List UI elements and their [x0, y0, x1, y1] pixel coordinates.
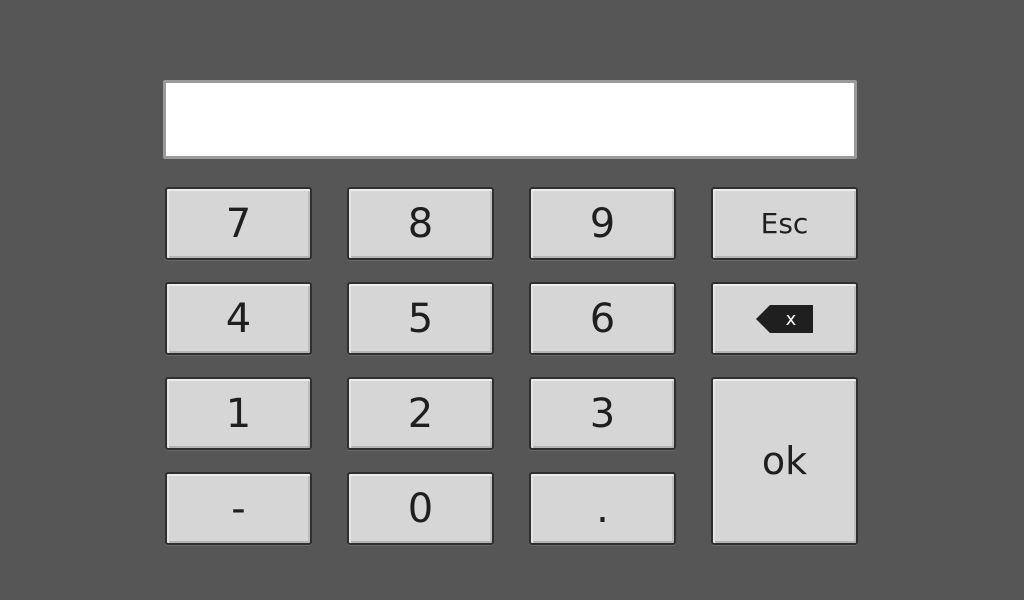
key-5-label: 5: [407, 295, 434, 342]
esc-label: Esc: [760, 206, 809, 240]
ok-label: ok: [761, 439, 808, 483]
key-9-button[interactable]: 9: [529, 187, 676, 260]
ok-button[interactable]: ok: [711, 377, 858, 545]
esc-button[interactable]: Esc: [711, 187, 858, 260]
backspace-icon: x: [756, 304, 813, 333]
key-0-label: 0: [407, 485, 434, 532]
key-4-label: 4: [225, 295, 252, 342]
key-2-label: 2: [407, 390, 434, 437]
key-1-button[interactable]: 1: [165, 377, 312, 450]
key-8-label: 8: [407, 200, 434, 247]
decimal-point-label: .: [596, 485, 609, 532]
key-6-button[interactable]: 6: [529, 282, 676, 355]
backspace-button[interactable]: x: [711, 282, 858, 355]
keypad-display-field[interactable]: [163, 80, 857, 159]
key-6-label: 6: [589, 295, 616, 342]
key-2-button[interactable]: 2: [347, 377, 494, 450]
backspace-glyph: x: [786, 309, 797, 330]
decimal-point-button[interactable]: .: [529, 472, 676, 545]
key-4-button[interactable]: 4: [165, 282, 312, 355]
key-5-button[interactable]: 5: [347, 282, 494, 355]
key-7-label: 7: [225, 200, 252, 247]
key-9-label: 9: [589, 200, 616, 247]
key-3-label: 3: [589, 390, 616, 437]
minus-button[interactable]: -: [165, 472, 312, 545]
key-7-button[interactable]: 7: [165, 187, 312, 260]
key-8-button[interactable]: 8: [347, 187, 494, 260]
key-3-button[interactable]: 3: [529, 377, 676, 450]
display-value: [838, 99, 854, 140]
minus-label: -: [231, 485, 246, 532]
key-1-label: 1: [225, 390, 252, 437]
key-0-button[interactable]: 0: [347, 472, 494, 545]
numeric-keypad-screen: 7 8 9 Esc 4 5 6 x 1 2 3 ok - 0 .: [0, 0, 1024, 600]
